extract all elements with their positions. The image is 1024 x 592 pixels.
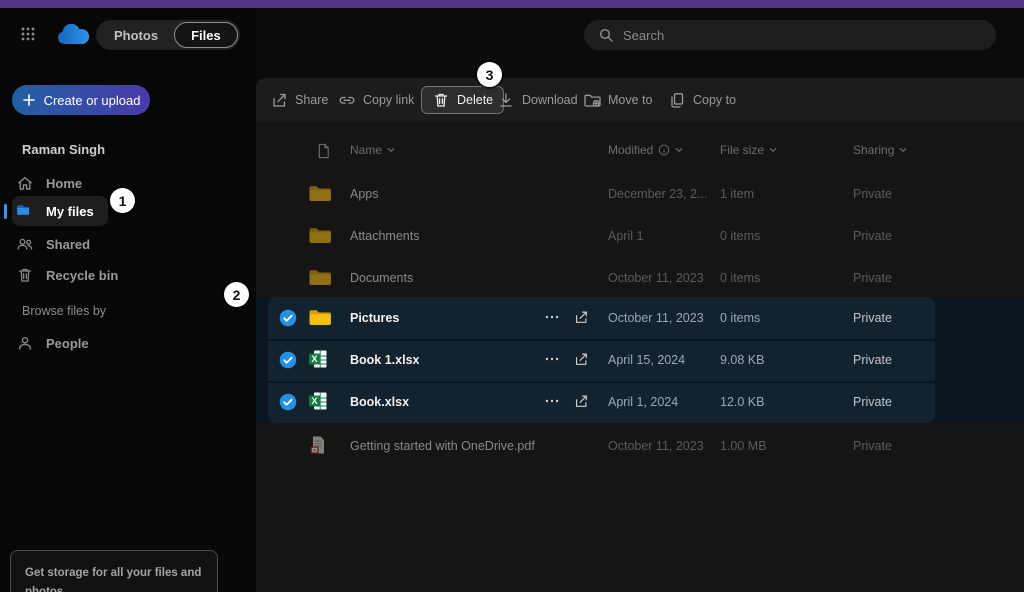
column-file-size[interactable]: File size <box>720 143 777 157</box>
folder-icon <box>308 183 332 205</box>
table-row[interactable]: Apps December 23, 2... 1 item Private <box>256 173 1024 215</box>
browse-files-by-label: Browse files by <box>22 304 106 318</box>
home-icon <box>16 174 34 192</box>
selection-toolbar: Share Copy link Delete Download <box>256 78 1024 122</box>
table-row-selected[interactable]: X Book 1.xlsx April 15, 2024 9.08 KB Pri… <box>256 339 1024 381</box>
sidebar-item-recycle-bin[interactable]: Recycle bin <box>16 266 118 284</box>
annotation-badge-2: 2 <box>224 282 249 307</box>
info-icon <box>658 144 670 156</box>
excel-file-icon: X <box>308 391 332 413</box>
storage-promo[interactable]: Get storage for all your files and photo… <box>10 550 218 592</box>
table-row[interactable]: Getting started with OneDrive.pdf Octobe… <box>256 425 1024 467</box>
folder-icon <box>16 202 34 220</box>
person-icon <box>16 334 34 352</box>
trash-icon <box>16 266 34 284</box>
search-bar[interactable] <box>584 20 996 50</box>
excel-file-icon: X <box>308 349 332 371</box>
sidebar-item-shared[interactable]: Shared <box>16 235 90 253</box>
selected-indicator <box>4 204 7 219</box>
table-row[interactable]: Documents October 11, 2023 0 items Priva… <box>256 257 1024 299</box>
pdf-file-icon <box>308 435 332 457</box>
search-input[interactable] <box>623 28 963 43</box>
share-icon[interactable] <box>573 393 591 411</box>
move-to-icon <box>583 91 601 109</box>
app-launcher-icon[interactable] <box>20 26 36 42</box>
checkbox-checked-icon[interactable] <box>279 309 297 327</box>
people-icon <box>16 235 34 253</box>
sidebar-item-home[interactable]: Home <box>16 174 82 192</box>
chevron-down-icon <box>899 147 907 153</box>
share-icon[interactable] <box>573 309 591 327</box>
copy-to-button[interactable]: Copy to <box>668 78 736 122</box>
more-actions-icon[interactable] <box>544 393 562 411</box>
move-to-button[interactable]: Move to <box>583 78 652 122</box>
more-actions-icon[interactable] <box>544 351 562 369</box>
table-row-selected[interactable]: X Book.xlsx April 1, 2024 12.0 KB Privat… <box>256 381 1024 423</box>
table-row[interactable]: Attachments April 1 0 items Private <box>256 215 1024 257</box>
table-row-selected[interactable]: Pictures October 11, 2023 0 items Privat… <box>256 297 1024 339</box>
download-button[interactable]: Download <box>497 78 578 122</box>
checkbox-checked-icon[interactable] <box>279 393 297 411</box>
delete-button[interactable]: Delete <box>421 86 504 114</box>
tab-files[interactable]: Files <box>174 22 238 48</box>
window-accent-strip <box>0 0 1024 8</box>
user-name: Raman Singh <box>22 142 105 157</box>
chevron-down-icon <box>675 147 683 153</box>
checkbox-checked-icon[interactable] <box>279 351 297 369</box>
annotation-badge-1: 1 <box>110 188 135 213</box>
folder-icon <box>308 267 332 289</box>
sidebar-item-people[interactable]: People <box>16 334 89 352</box>
onedrive-logo-icon[interactable] <box>54 23 92 47</box>
column-name[interactable]: Name <box>350 143 395 157</box>
onedrive-app: Photos Files Create or upload Raman Sing… <box>0 0 1024 592</box>
link-icon <box>338 91 356 109</box>
sidebar-item-my-files-content[interactable]: My files <box>16 202 94 220</box>
share-icon[interactable] <box>573 351 591 369</box>
photos-files-toggle: Photos Files <box>96 20 240 50</box>
document-icon <box>316 143 331 159</box>
trash-icon <box>432 91 450 109</box>
search-icon <box>598 27 614 43</box>
svg-text:X: X <box>311 354 317 364</box>
copy-link-button[interactable]: Copy link <box>338 78 414 122</box>
folder-icon <box>308 225 332 247</box>
plus-icon <box>22 93 36 107</box>
copy-to-icon <box>668 91 686 109</box>
tab-photos[interactable]: Photos <box>98 28 174 43</box>
share-icon <box>270 91 288 109</box>
create-or-upload-button[interactable]: Create or upload <box>12 85 150 115</box>
download-icon <box>497 91 515 109</box>
more-actions-icon[interactable] <box>544 309 562 327</box>
chevron-down-icon <box>769 147 777 153</box>
annotation-badge-3: 3 <box>477 62 502 87</box>
column-modified[interactable]: Modified <box>608 143 683 157</box>
chevron-down-icon <box>387 147 395 153</box>
table-header: Name Modified File size Sharing <box>256 137 1024 165</box>
column-sharing[interactable]: Sharing <box>853 143 907 157</box>
svg-text:X: X <box>311 396 317 406</box>
folder-icon <box>308 307 332 329</box>
share-button[interactable]: Share <box>270 78 328 122</box>
